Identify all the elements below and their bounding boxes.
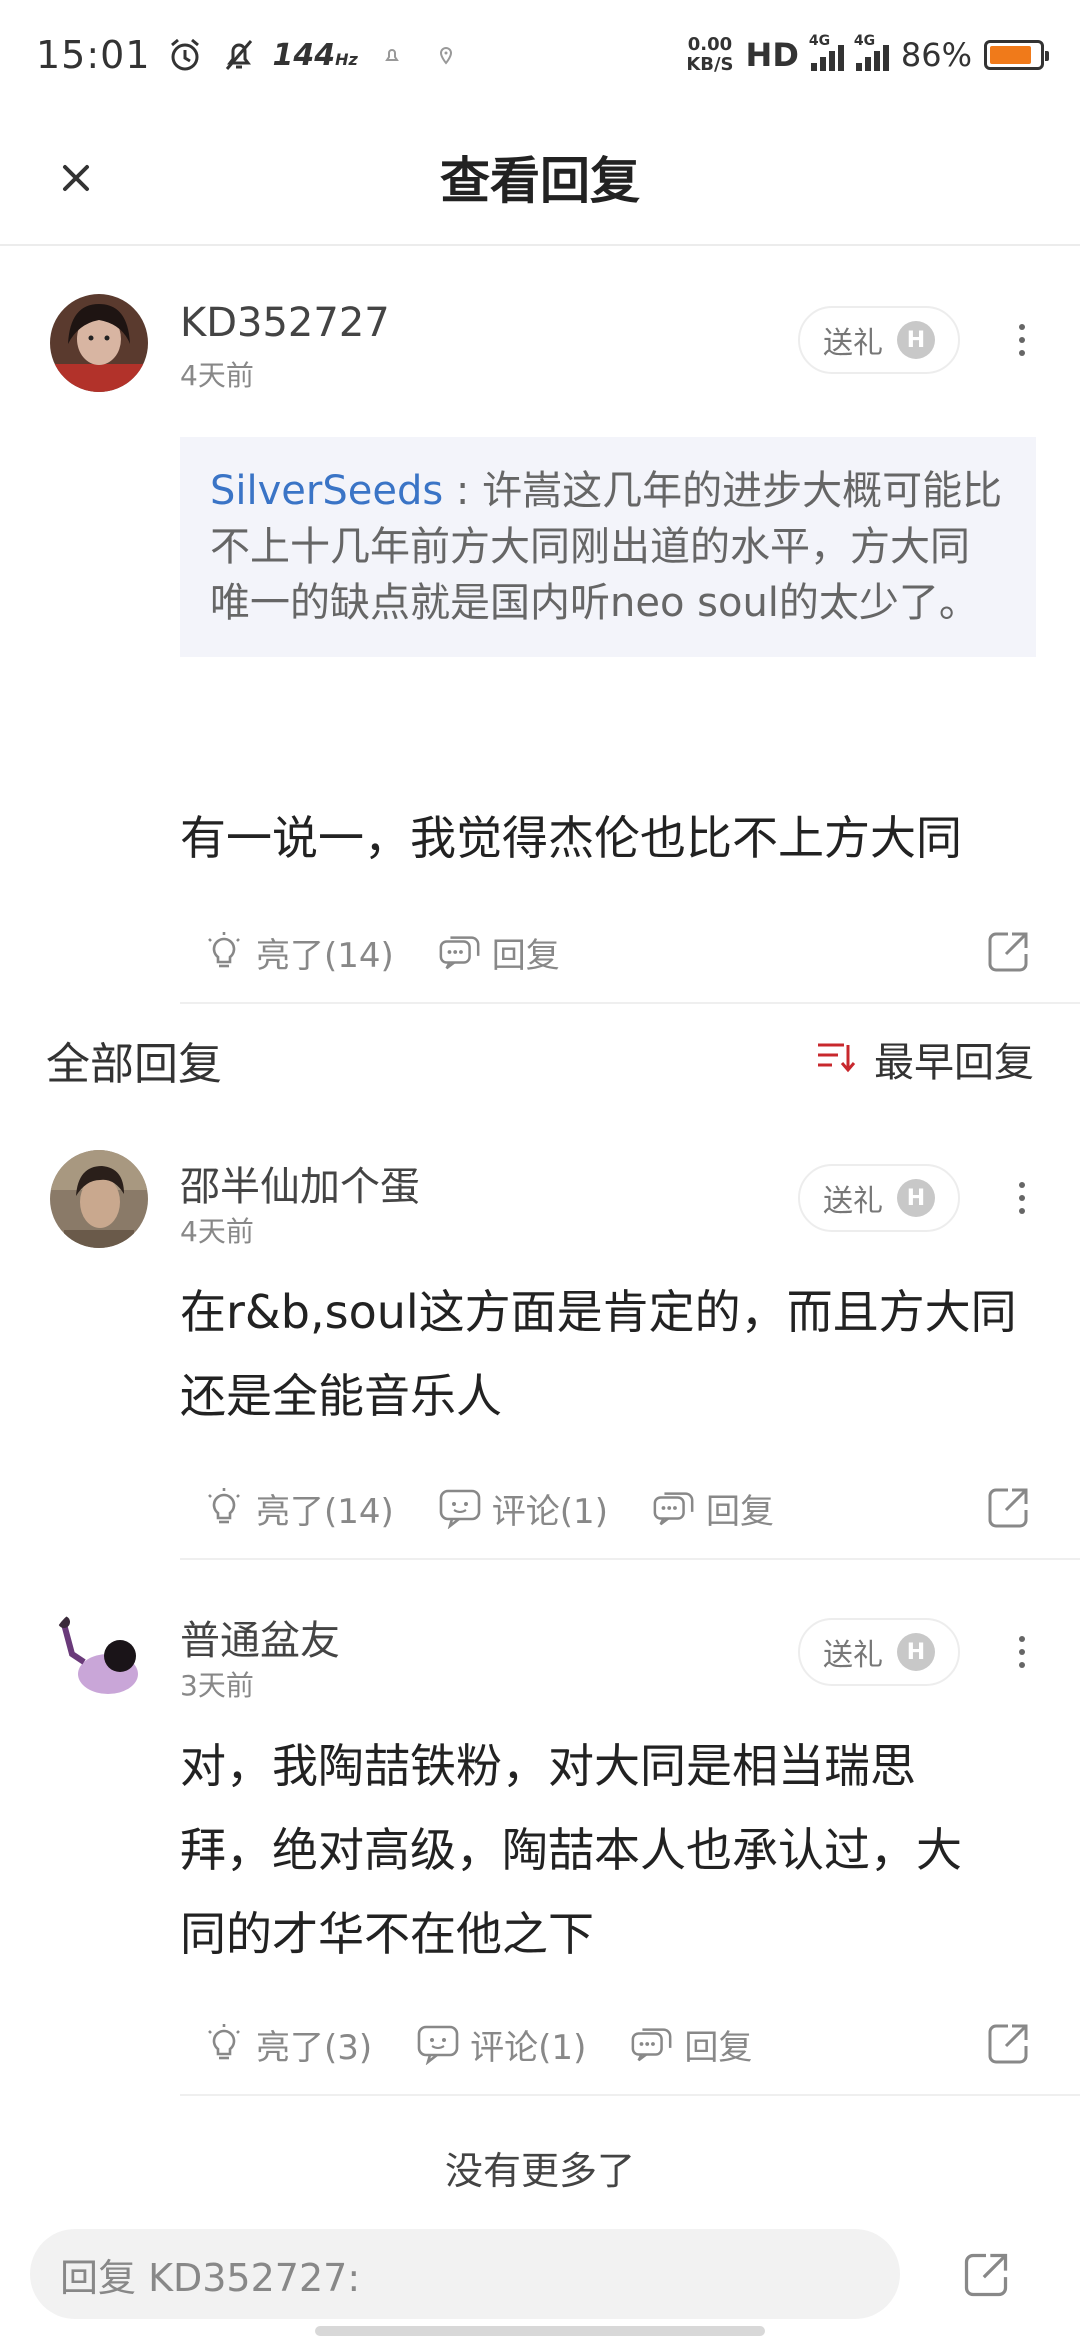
username[interactable]: KD352727 [180, 300, 390, 346]
share-icon[interactable] [984, 928, 1032, 976]
share-icon[interactable] [984, 1484, 1032, 1532]
comment-button[interactable]: 评论(1) [416, 2020, 586, 2069]
reply-time: 4天前 [180, 1215, 254, 1248]
signal-icon: 4G [809, 33, 844, 71]
battery-icon [984, 40, 1049, 70]
hd-indicator: HD [745, 36, 799, 74]
share-icon[interactable] [984, 2020, 1032, 2068]
post-content: 有一说一，我觉得杰伦也比不上方大同 [180, 811, 962, 865]
page-title: 查看回复 [440, 152, 640, 210]
more-options-icon[interactable] [1002, 310, 1042, 370]
mute-bell-icon [219, 35, 259, 75]
username[interactable]: 普通盆友 [180, 1608, 340, 1666]
avatar[interactable] [50, 1604, 148, 1702]
signal-icon-2: 4G [854, 33, 889, 71]
home-indicator[interactable] [315, 2326, 765, 2336]
chat-bubbles-icon [652, 1486, 696, 1530]
reply-actions: 亮了(3) 评论(1) 回复 [180, 2004, 1040, 2084]
refresh-rate: 144Hz [272, 37, 358, 73]
reply-button[interactable]: 回复 [652, 1484, 774, 1533]
like-button[interactable]: 亮了(14) [202, 1484, 394, 1533]
close-icon[interactable] [48, 150, 104, 206]
sort-button[interactable]: 最早回复 [816, 1030, 1034, 1088]
h-badge-icon: H [897, 1179, 935, 1217]
username[interactable]: 邵半仙加个蛋 [180, 1154, 420, 1212]
all-replies-title: 全部回复 [46, 1039, 222, 1090]
comment-icon [438, 1486, 482, 1530]
more-options-icon[interactable] [1002, 1622, 1042, 1682]
location-icon [426, 35, 466, 75]
quote-username[interactable]: SilverSeeds [210, 468, 443, 514]
header: 查看回复 [0, 110, 1080, 246]
reply-content: 在r&b,soul这方面是肯定的，而且方大同 还是全能音乐人 [180, 1285, 1017, 1423]
quoted-comment: SilverSeeds : 许嵩这几年的进步大概可能比不上十几年前方大同刚出道的… [180, 437, 1036, 657]
status-bar: 15:01 144Hz 0.00 KB/S HD 4G 4G 86% [0, 0, 1080, 110]
section-header: 全部回复 最早回复 [0, 1020, 1080, 1092]
divider [180, 1002, 1080, 1004]
no-more-text: 没有更多了 [444, 2149, 635, 2193]
like-button[interactable]: 亮了(14) [202, 928, 394, 977]
avatar[interactable] [50, 294, 148, 392]
gift-label: 送礼 [823, 326, 883, 361]
comment-icon [416, 2022, 460, 2066]
reply-content: 对，我陶喆铁粉，对大同是相当瑞思 拜，绝对高级，陶喆本人也承认过，大 同的才华不… [180, 1739, 962, 1961]
reply-input[interactable]: 回复 KD352727: [30, 2229, 900, 2319]
share-icon[interactable] [960, 2249, 1012, 2301]
more-options-icon[interactable] [1002, 1168, 1042, 1228]
comment-button[interactable]: 评论(1) [438, 1484, 608, 1533]
divider [180, 1558, 1080, 1560]
gift-button[interactable]: 送礼 H [798, 1164, 960, 1232]
alarm-icon [165, 35, 205, 75]
gift-label: 送礼 [823, 1638, 883, 1673]
h-badge-icon: H [897, 1633, 935, 1671]
reply-bar: 回复 KD352727: [0, 2225, 1080, 2325]
sort-icon [816, 1039, 856, 1079]
h-badge-icon: H [897, 321, 935, 359]
reply-button[interactable]: 回复 [438, 928, 560, 977]
post-time: 4天前 [180, 359, 254, 392]
battery-percent: 86% [900, 36, 972, 74]
gift-label: 送礼 [823, 1184, 883, 1219]
sort-label: 最早回复 [874, 1040, 1034, 1086]
chat-bubbles-icon [438, 930, 482, 974]
network-speed: 0.00 KB/S [686, 34, 734, 75]
status-time: 15:01 [36, 33, 151, 77]
like-button[interactable]: 亮了(3) [202, 2020, 372, 2069]
reply-button[interactable]: 回复 [630, 2020, 752, 2069]
reply-time: 3天前 [180, 1669, 254, 1702]
lightbulb-icon [202, 930, 246, 974]
lightbulb-icon [202, 2022, 246, 2066]
notification-icon [372, 35, 412, 75]
chat-bubbles-icon [630, 2022, 674, 2066]
lightbulb-icon [202, 1486, 246, 1530]
post-actions: 亮了(14) 回复 [180, 912, 1040, 992]
gift-button[interactable]: 送礼 H [798, 306, 960, 374]
gift-button[interactable]: 送礼 H [798, 1618, 960, 1686]
divider [180, 2094, 1080, 2096]
reply-actions: 亮了(14) 评论(1) 回复 [180, 1468, 1040, 1548]
avatar[interactable] [50, 1150, 148, 1248]
